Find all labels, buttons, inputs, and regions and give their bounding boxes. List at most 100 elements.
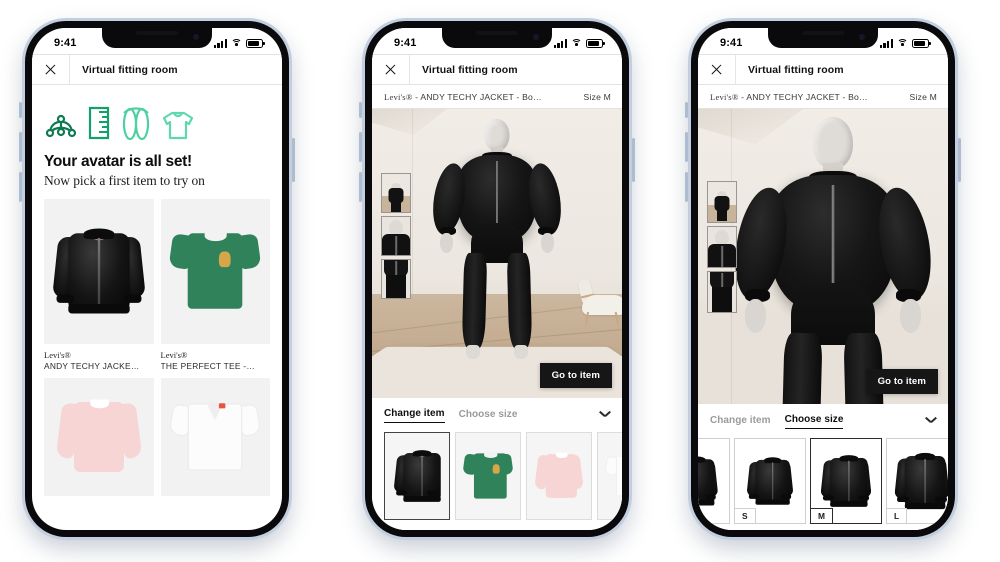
volume-down-button[interactable] <box>19 172 22 202</box>
tab-choose-size[interactable]: Choose size <box>784 414 844 429</box>
onboarding-icon-row <box>44 99 270 141</box>
mute-switch[interactable] <box>359 102 362 118</box>
size-label: M <box>810 508 833 524</box>
avatar-full-body-thumb[interactable] <box>707 181 737 223</box>
bomber-back-art <box>746 451 794 512</box>
size-label: L <box>886 508 908 524</box>
product-bar[interactable]: Levi's® - ANDY TECHY JACKET - Bo… Size M <box>372 85 622 109</box>
avatar-full-body-thumb[interactable] <box>381 173 411 213</box>
power-button[interactable] <box>958 138 961 182</box>
bomber-back-art <box>698 450 719 513</box>
catalog-item-card[interactable] <box>160 377 270 496</box>
avatar-scene[interactable]: Go to item <box>372 109 622 398</box>
volume-up-button[interactable] <box>685 132 688 162</box>
go-to-item-button[interactable]: Go to item <box>539 363 612 388</box>
size-label: S <box>734 508 756 524</box>
power-button[interactable] <box>632 138 635 182</box>
catalog-item-image <box>160 198 270 344</box>
avatar-lower-body-thumb[interactable] <box>707 271 737 313</box>
onboarding-section: Your avatar is all set! Now pick a first… <box>32 85 282 189</box>
volume-down-button[interactable] <box>359 172 362 202</box>
status-time: 9:41 <box>394 37 417 49</box>
onboarding-subheading: Now pick a first item to try on <box>44 172 205 188</box>
close-button[interactable] <box>372 55 410 84</box>
avatar-upper-body-thumb[interactable] <box>381 216 411 256</box>
phone-screen: 9:41 Virtual fitting room Your avatar is… <box>32 28 282 530</box>
avatar-upper-body-thumb[interactable] <box>707 226 737 268</box>
cellular-signal-icon <box>879 38 893 48</box>
close-icon <box>44 63 57 76</box>
catalog-grid: Levi's® ANDY TECHY JACKE… Levi's® THE PE… <box>32 189 282 496</box>
front-camera <box>859 34 865 40</box>
catalog-item-card[interactable] <box>44 377 154 496</box>
close-button[interactable] <box>698 55 736 84</box>
product-name: Levi's® - ANDY TECHY JACKET - Bo… <box>384 92 542 102</box>
thread-spiral-icon <box>122 107 150 141</box>
avatar-view-thumbnails <box>381 173 411 299</box>
avatar-figure[interactable] <box>428 119 566 379</box>
white-vneck-tee-art <box>168 391 262 482</box>
battery-icon <box>912 38 931 48</box>
screenshot-canvas: 9:41 Virtual fitting room Your avatar is… <box>0 0 1000 562</box>
catalog-item-image <box>44 377 154 496</box>
item-card-tee[interactable] <box>455 432 521 520</box>
bomber-back-art <box>894 445 948 517</box>
product-size: Size M <box>909 91 937 102</box>
phone-screen: 9:41 Virtual fitting room Levi's® - ANDY… <box>372 28 622 530</box>
volume-down-button[interactable] <box>685 172 688 202</box>
item-card-vneck[interactable] <box>597 432 622 520</box>
tab-change-item[interactable]: Change item <box>384 408 445 423</box>
tab-choose-size[interactable]: Choose size <box>459 409 518 423</box>
size-card-partial[interactable] <box>698 438 730 524</box>
avatar-view-thumbnails <box>707 181 737 313</box>
avatar-figure[interactable] <box>727 117 939 404</box>
bomber-jacket-art <box>51 217 146 326</box>
pink-sweater-art <box>55 391 143 484</box>
phone-fitting-room: 9:41 Virtual fitting room Levi's® - ANDY… <box>359 18 635 540</box>
product-brand: Levi's® <box>710 91 739 102</box>
page-title: Virtual fitting room <box>82 63 178 76</box>
product-bar[interactable]: Levi's® - ANDY TECHY JACKET - Bo… Size M <box>698 85 948 109</box>
chevron-down-icon[interactable] <box>925 416 936 427</box>
go-to-item-button[interactable]: Go to item <box>865 369 938 394</box>
green-tee-art <box>462 447 514 505</box>
page-title: Virtual fitting room <box>748 63 844 76</box>
item-card-bomber[interactable] <box>384 432 450 520</box>
close-icon <box>710 63 723 76</box>
catalog-item-card[interactable]: Levi's® ANDY TECHY JACKE… <box>44 198 154 371</box>
wifi-icon <box>897 38 908 48</box>
size-card-l[interactable]: L <box>886 438 948 524</box>
power-button[interactable] <box>292 138 295 182</box>
phone-screen: 9:41 Virtual fitting room Levi's® - ANDY… <box>698 28 948 530</box>
battery-icon <box>586 38 605 48</box>
tab-change-item[interactable]: Change item <box>710 415 771 429</box>
size-carousel[interactable]: S M L <box>698 429 948 524</box>
avatar-scene[interactable]: Go to item <box>698 109 948 404</box>
room-chair <box>577 277 622 325</box>
earpiece-speaker <box>476 31 518 35</box>
front-camera <box>193 34 199 40</box>
catalog-item-card[interactable]: Levi's® THE PERFECT TEE -… <box>160 198 271 371</box>
item-carousel[interactable] <box>372 423 622 520</box>
avatar-lower-body-thumb[interactable] <box>381 259 411 299</box>
earpiece-speaker <box>802 31 844 35</box>
bomber-back-art <box>820 448 872 514</box>
app-header: Virtual fitting room <box>372 54 622 85</box>
mute-switch[interactable] <box>685 102 688 118</box>
status-indicators <box>879 38 931 48</box>
catalog-item-brand: Levi's® <box>44 349 71 360</box>
catalog-item-image <box>160 377 270 496</box>
chevron-down-icon[interactable] <box>599 410 610 421</box>
size-card-s[interactable]: S <box>734 438 806 524</box>
mute-switch[interactable] <box>19 102 22 118</box>
catalog-item-name: ANDY TECHY JACKE… <box>44 360 140 371</box>
size-card-m[interactable]: M <box>810 438 882 524</box>
catalog-item-meta: Levi's® THE PERFECT TEE -… <box>161 344 271 371</box>
volume-up-button[interactable] <box>19 132 22 162</box>
close-button[interactable] <box>32 55 70 84</box>
item-card-sweater[interactable] <box>526 432 592 520</box>
room-corner-line <box>412 109 413 300</box>
bomber-jacket-art <box>393 443 441 509</box>
sheet-tab-bar: Change item Choose size <box>698 404 948 429</box>
volume-up-button[interactable] <box>359 132 362 162</box>
